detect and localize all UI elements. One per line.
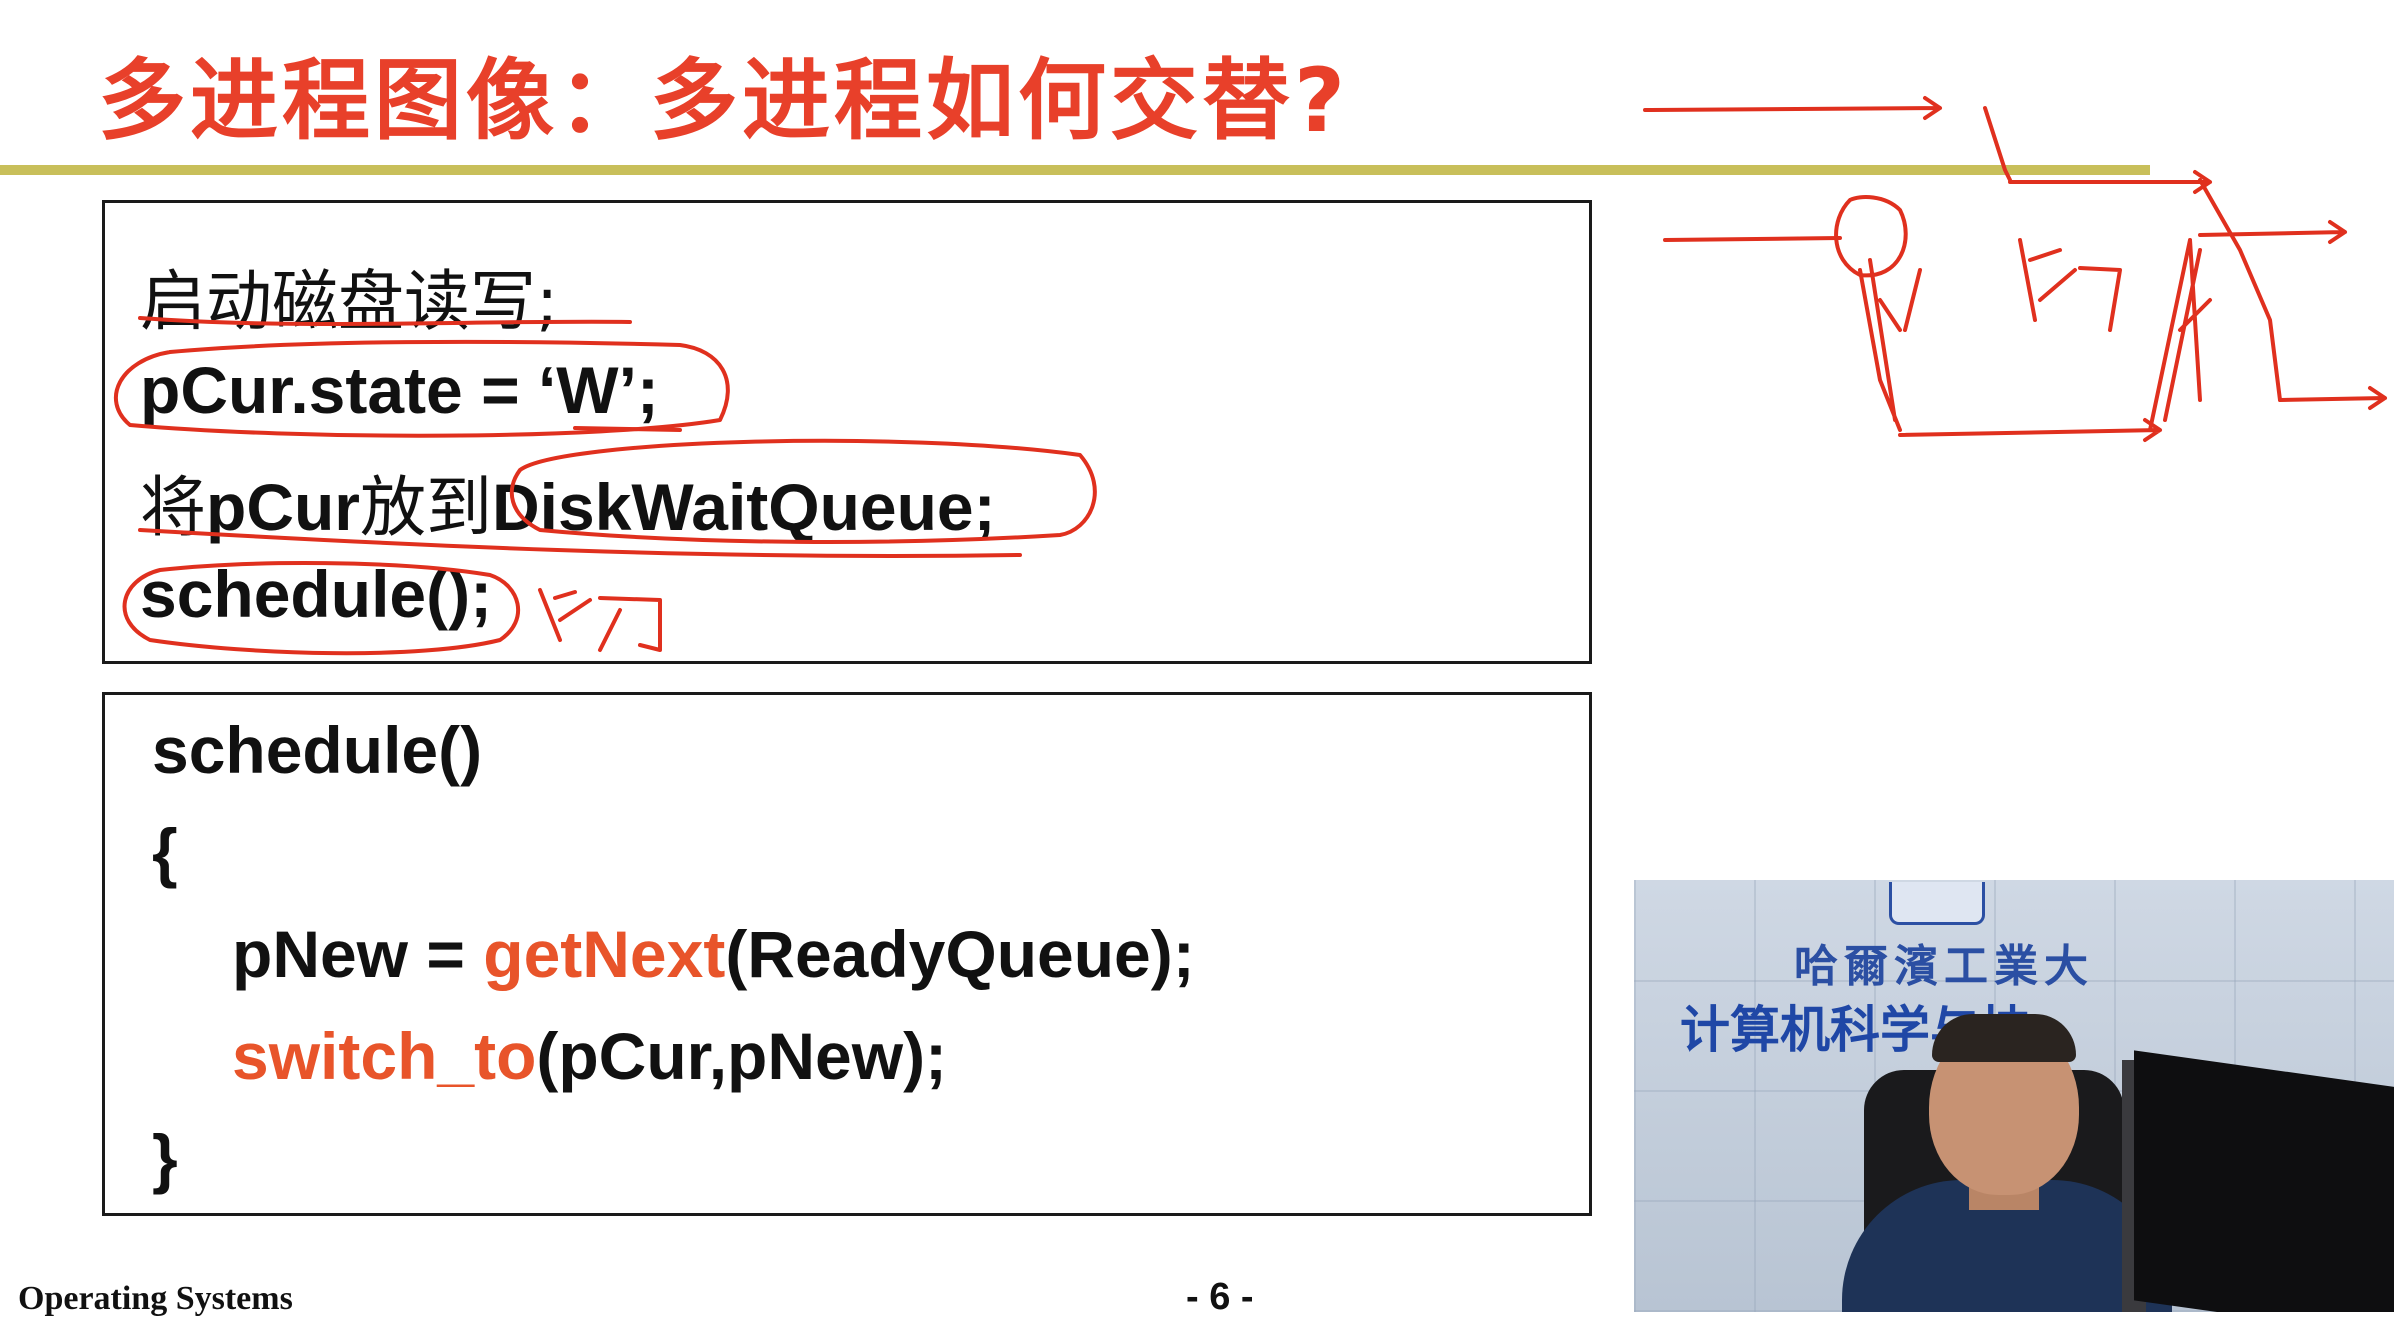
instructor-hair: [1932, 1014, 2076, 1062]
code-line-get-next: pNew = getNext(ReadyQueue);: [232, 916, 1195, 992]
code-line-enqueue: 将pCur放到DiskWaitQueue;: [140, 454, 996, 550]
code-text: DiskWaitQueue;: [491, 470, 996, 544]
diagram-right-fall: [2198, 178, 2282, 402]
diagram-circle: [1834, 195, 1908, 278]
code-line-switch-to: switch_to(pCur,pNew);: [232, 1018, 947, 1094]
university-logo: [1889, 882, 1985, 925]
diagram-bottom-track: [1898, 418, 2162, 442]
code-text: (ReadyQueue);: [725, 917, 1195, 991]
diagram-right-rise: [2148, 238, 2212, 432]
diagram-left-line: [1663, 236, 1842, 242]
code-line-start-disk-io: 启动磁盘读写;: [140, 263, 559, 340]
diagram-qie-char: [2018, 238, 2122, 332]
code-line-set-state: pCur.state = ‘W’;: [140, 353, 659, 427]
diagram-left-drop: [1858, 258, 1922, 432]
footer-course-name: Operating Systems: [18, 1280, 293, 1317]
footer-page-number: - 6 -: [1186, 1276, 1254, 1318]
title-divider: [0, 165, 2150, 175]
code-text: 放到: [359, 469, 492, 546]
code-line-schedule-call: schedule();: [140, 557, 493, 631]
code-text: pNew =: [232, 917, 484, 991]
university-name: 哈爾濱工業大: [1794, 941, 2094, 992]
code-line-schedule-def: schedule(): [152, 713, 483, 787]
diagram-right-bottom-arrow: [2278, 386, 2387, 410]
function-name-switch-to: switch_to: [232, 1019, 537, 1093]
diagram-upper-track: [2008, 170, 2212, 194]
diagram-right-top-arrow: [2198, 220, 2347, 244]
code-text: (pCur,pNew);: [536, 1019, 948, 1093]
slide-title: 多进程图像：多进程如何交替?: [98, 49, 1350, 152]
computer-monitor: [2134, 1050, 2394, 1312]
code-line-open-brace: {: [152, 815, 178, 889]
function-name-get-next: getNext: [483, 917, 726, 991]
slide: 多进程图像：多进程如何交替? 启动磁盘读写; pCur.state = ‘W’;…: [0, 0, 2394, 1318]
code-line-close-brace: }: [152, 1121, 178, 1195]
diagram-top-arrow: [1643, 96, 1942, 120]
code-text: pCur: [206, 470, 360, 544]
code-text: 将: [140, 469, 206, 546]
instructor-video: 哈爾濱工業大 计算机科学与技: [1634, 880, 2394, 1312]
